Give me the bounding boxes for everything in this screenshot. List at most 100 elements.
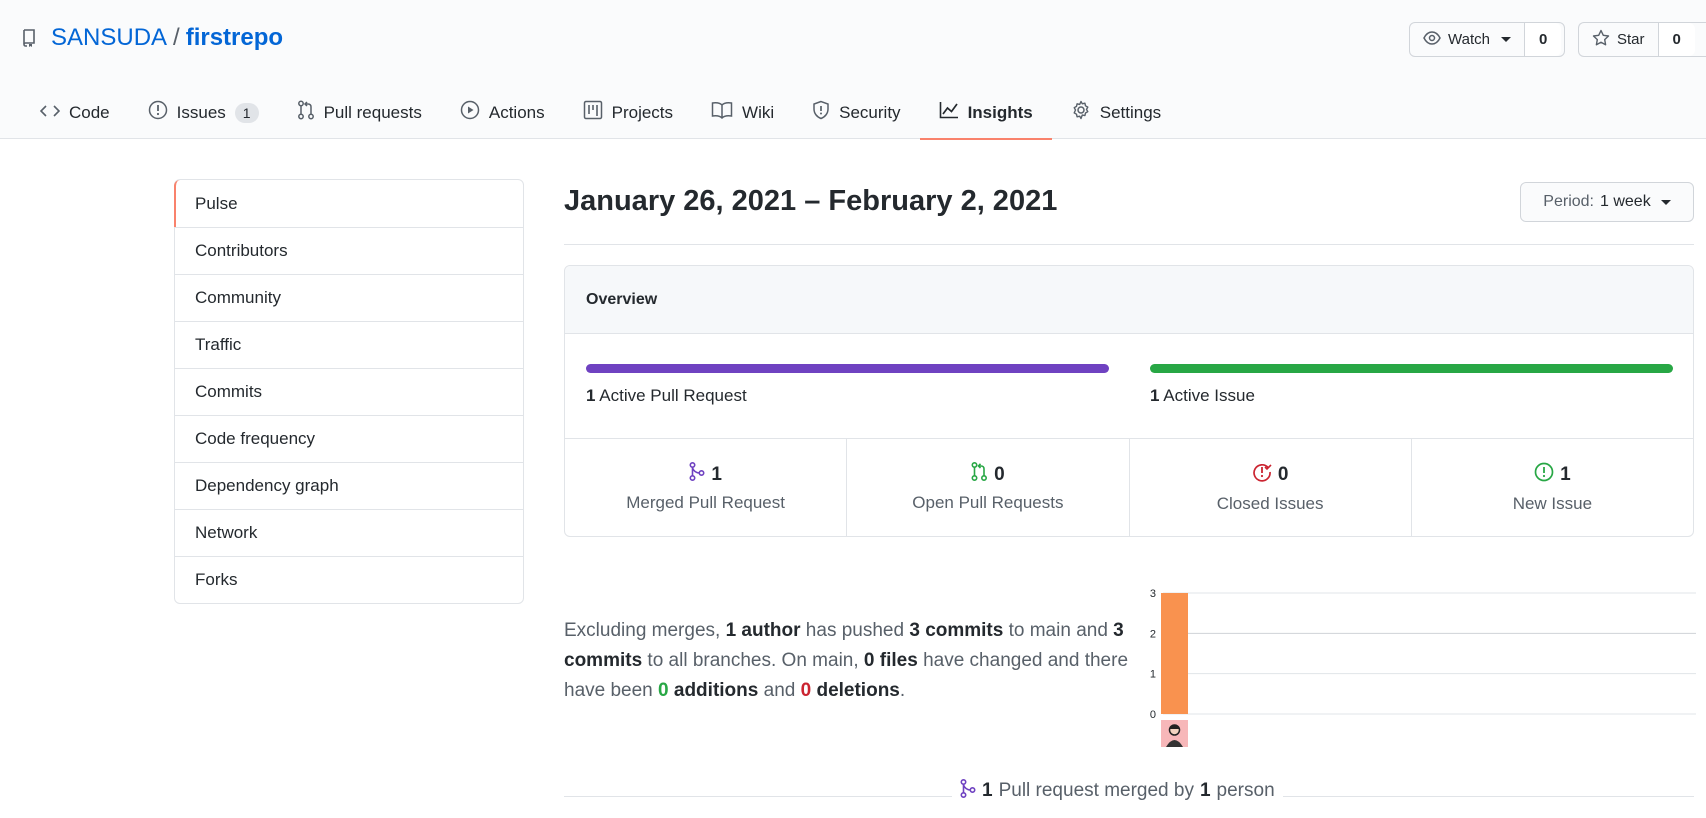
prs-merged-summary: 1 Pull request merged by 1 person [952, 776, 1283, 806]
tab-code[interactable]: Code [21, 86, 129, 139]
issues-counter: 1 [234, 102, 259, 123]
tab-label: Pull requests [323, 102, 422, 122]
tab-label: Projects [611, 102, 674, 122]
repo-title: SANSUDA / firstrepo [21, 21, 283, 55]
star-button-group: Star 0 [1578, 22, 1706, 57]
book-icon [711, 101, 733, 124]
chart-y-tick-label: 0 [1150, 709, 1156, 721]
issue-closed-icon [1252, 462, 1272, 488]
overview-stats: 1 Merged Pull Request 0 Open Pull Reques… [565, 439, 1693, 536]
tab-label: Code [69, 102, 110, 122]
eye-icon [1423, 30, 1441, 49]
additions-label: additions [668, 680, 759, 701]
stat-count: 1 [1560, 463, 1571, 485]
tab-label: Actions [488, 102, 545, 122]
repo-header: SANSUDA / firstrepo Watch 0 Star 0 Code [0, 0, 1706, 140]
tab-actions[interactable]: Actions [441, 86, 564, 139]
watch-label: Watch [1448, 31, 1490, 48]
sidebar-item-commits[interactable]: Commits [175, 368, 523, 415]
tab-label: Issues [176, 102, 226, 122]
git-merge-icon [960, 778, 976, 804]
stat-closed-issues[interactable]: 0 Closed Issues [1128, 439, 1411, 536]
commit-summary: Excluding merges, 1 author has pushed 3 … [564, 616, 1134, 706]
stat-label: New Issue [1512, 493, 1593, 513]
overview-progress-row: 1 Active Pull Request 1 Active Issue [565, 334, 1693, 439]
author-avatar[interactable] [1161, 720, 1188, 747]
watch-button-group: Watch 0 [1409, 22, 1565, 57]
repo-icon [21, 28, 39, 48]
shield-icon [812, 100, 830, 125]
sidebar-item-community[interactable]: Community [175, 274, 523, 321]
repo-owner-link[interactable]: SANSUDA [51, 24, 167, 52]
prs-merged-text: person [1216, 780, 1275, 801]
star-label: Star [1617, 31, 1645, 48]
deletions-count: 0 [800, 680, 812, 701]
overview-panel: Overview 1 Active Pull Request 1 Active … [564, 265, 1694, 537]
summary-text: . [899, 680, 906, 701]
stat-label: Open Pull Requests [912, 493, 1064, 512]
stat-label: Closed Issues [1216, 493, 1324, 513]
deletions-label: deletions [811, 680, 900, 701]
tab-insights[interactable]: Insights [919, 86, 1052, 140]
active-issue-bar[interactable] [1150, 364, 1673, 373]
chevron-down-icon [1500, 37, 1511, 42]
sidebar-item-pulse[interactable]: Pulse [174, 180, 523, 227]
sidebar-item-code-frequency[interactable]: Code frequency [175, 415, 523, 462]
stat-merged-prs[interactable]: 1 Merged Pull Request [565, 439, 846, 536]
summary-text: Excluding merges, [564, 620, 726, 641]
pulse-date-range: January 26, 2021 – February 2, 2021 [564, 185, 1058, 217]
active-issue-label: Active Issue [1163, 386, 1255, 405]
sidebar-item-dependency-graph[interactable]: Dependency graph [175, 462, 523, 509]
period-select[interactable]: Period: 1 week [1520, 182, 1694, 222]
tab-label: Security [839, 102, 901, 122]
chart-bar[interactable] [1161, 593, 1188, 714]
watch-count[interactable]: 0 [1523, 23, 1562, 56]
tab-label: Settings [1099, 102, 1162, 122]
git-pull-request-icon [971, 461, 988, 487]
active-pr-count: 1 [586, 386, 596, 405]
summary-text: and [758, 680, 801, 701]
sidebar-item-network[interactable]: Network [175, 509, 523, 556]
tab-issues[interactable]: Issues 1 [129, 86, 278, 139]
chart-y-tick-label: 2 [1150, 628, 1156, 640]
divider [564, 244, 1694, 245]
active-issue-link[interactable]: 1 Active Issue [1150, 386, 1255, 406]
overview-title: Overview [565, 266, 1693, 334]
issue-opened-icon [148, 100, 168, 125]
chart-y-tick-label: 1 [1150, 669, 1156, 681]
tab-label: Wiki [742, 102, 775, 122]
tab-wiki[interactable]: Wiki [692, 86, 793, 139]
sidebar-item-contributors[interactable]: Contributors [175, 227, 523, 274]
stat-label: Merged Pull Request [626, 493, 785, 512]
star-button[interactable]: Star [1579, 23, 1658, 56]
prs-merged-text: Pull request merged by [998, 780, 1194, 801]
chart-y-tick-label: 3 [1150, 588, 1156, 600]
git-merge-icon [689, 461, 705, 487]
tab-settings[interactable]: Settings [1052, 86, 1180, 139]
insights-sidebar: Pulse Contributors Community Traffic Com… [174, 179, 524, 604]
tab-projects[interactable]: Projects [564, 86, 692, 139]
additions-count: 0 [658, 680, 669, 701]
active-pr-link[interactable]: 1 Active Pull Request [586, 386, 747, 406]
active-issue-count: 1 [1150, 386, 1160, 405]
period-label: Period: [1543, 193, 1594, 210]
stat-new-issues[interactable]: 1 New Issue [1410, 439, 1693, 536]
repo-separator: / [173, 24, 180, 51]
summary-text: to all branches. On main, [642, 650, 864, 671]
tab-security[interactable]: Security [793, 86, 919, 139]
watch-button[interactable]: Watch [1410, 23, 1524, 56]
star-count[interactable]: 0 [1657, 23, 1695, 56]
chevron-down-icon [1660, 199, 1671, 205]
prs-merged-count: 1 [982, 780, 993, 801]
tab-pull-requests[interactable]: Pull requests [278, 86, 441, 139]
active-pr-bar[interactable] [586, 364, 1109, 373]
play-icon [460, 100, 480, 125]
commits-main-count: 3 commits [909, 620, 1004, 641]
gear-icon [1071, 100, 1091, 125]
sidebar-item-traffic[interactable]: Traffic [175, 321, 523, 368]
stat-count: 0 [994, 463, 1005, 485]
stat-open-prs[interactable]: 0 Open Pull Requests [846, 439, 1128, 536]
repo-name-link[interactable]: firstrepo [186, 24, 283, 52]
sidebar-item-forks[interactable]: Forks [175, 556, 523, 603]
period-value: 1 week [1600, 193, 1651, 210]
